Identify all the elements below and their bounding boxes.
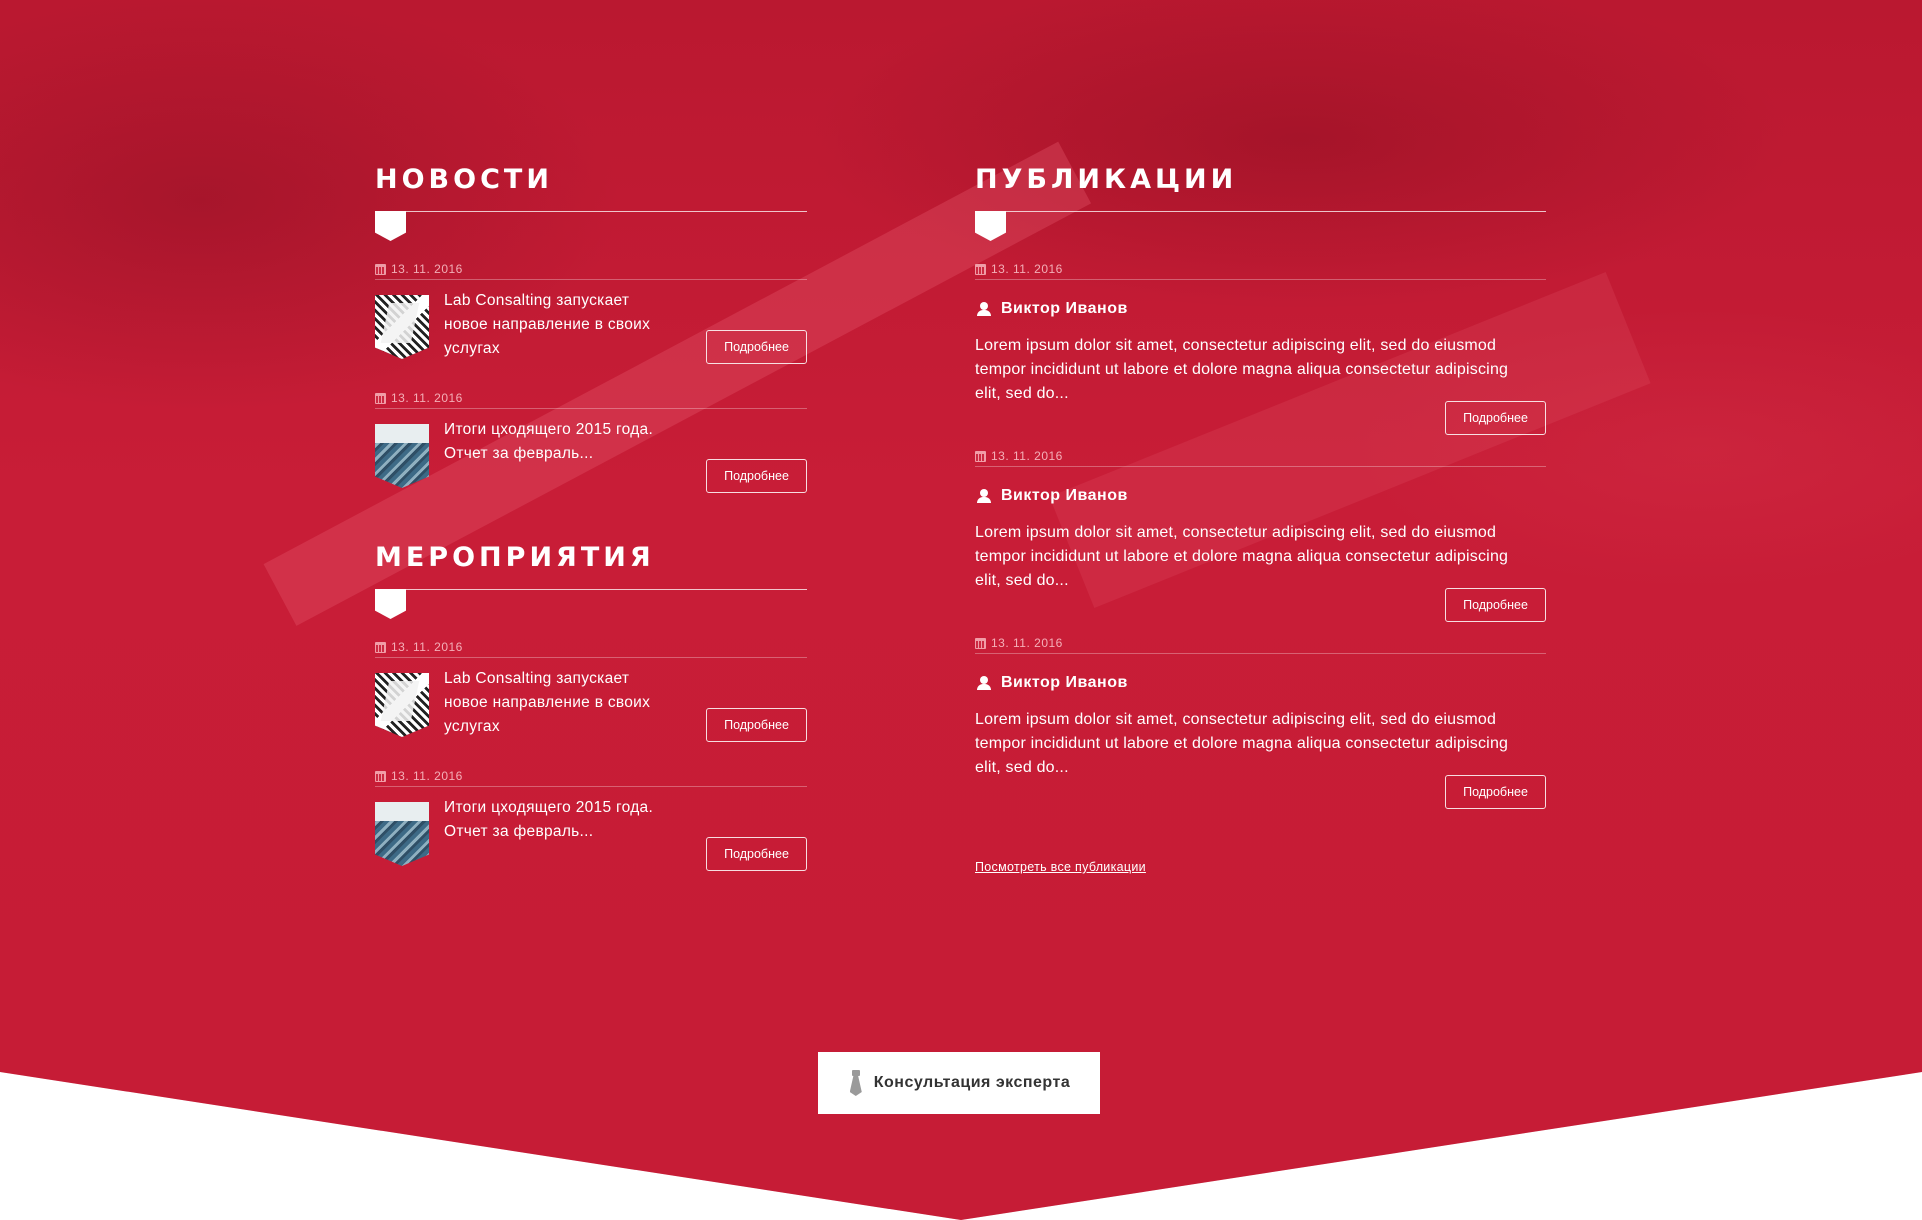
publication-excerpt: Lorem ipsum dolor sit amet, consectetur … bbox=[975, 337, 1509, 402]
calendar-icon bbox=[375, 641, 386, 653]
row-divider bbox=[975, 653, 1546, 654]
calendar-icon bbox=[375, 263, 386, 275]
publication-author[interactable]: Виктор Иванов bbox=[977, 487, 1128, 505]
news-item-text[interactable]: Итоги цходящего 2015 года. Отчет за февр… bbox=[444, 418, 664, 466]
row-divider bbox=[975, 466, 1546, 467]
row-divider bbox=[375, 408, 807, 409]
more-button[interactable]: Подробнее bbox=[706, 837, 807, 871]
row-divider bbox=[375, 657, 807, 658]
news-item-date: 13. 11. 2016 bbox=[375, 391, 463, 405]
publications-title-rule bbox=[975, 211, 1546, 212]
publication-author[interactable]: Виктор Иванов bbox=[977, 300, 1128, 318]
publication-excerpt: Lorem ipsum dolor sit amet, consectetur … bbox=[975, 711, 1509, 776]
event-thumbnail[interactable] bbox=[375, 673, 429, 737]
publication-date: 13. 11. 2016 bbox=[975, 449, 1063, 463]
tie-icon bbox=[848, 1070, 864, 1096]
user-icon bbox=[977, 489, 991, 503]
calendar-icon bbox=[975, 450, 986, 462]
view-all-publications-link[interactable]: Посмотреть все публикации bbox=[975, 860, 1146, 874]
news-title: НОВОСТИ bbox=[375, 164, 553, 195]
expert-consultation-button[interactable]: Консультация эксперта bbox=[818, 1052, 1100, 1114]
event-thumbnail[interactable] bbox=[375, 802, 429, 866]
more-button[interactable]: Подробнее bbox=[706, 708, 807, 742]
calendar-icon bbox=[375, 770, 386, 782]
event-item-date: 13. 11. 2016 bbox=[375, 769, 463, 783]
more-button[interactable]: Подробнее bbox=[1445, 588, 1546, 622]
news-thumbnail[interactable] bbox=[375, 295, 429, 359]
event-item-text[interactable]: Lab Consalting запускает новое направлен… bbox=[444, 667, 664, 739]
more-button[interactable]: Подробнее bbox=[706, 459, 807, 493]
news-thumbnail[interactable] bbox=[375, 424, 429, 488]
publication-excerpt: Lorem ipsum dolor sit amet, consectetur … bbox=[975, 524, 1509, 589]
news-item-date: 13. 11. 2016 bbox=[375, 262, 463, 276]
news-item-text[interactable]: Lab Consalting запускает новое направлен… bbox=[444, 289, 664, 361]
publication-date: 13. 11. 2016 bbox=[975, 636, 1063, 650]
user-icon bbox=[977, 676, 991, 690]
row-divider bbox=[975, 279, 1546, 280]
user-icon bbox=[977, 302, 991, 316]
calendar-icon bbox=[375, 392, 386, 404]
publication-author[interactable]: Виктор Иванов bbox=[977, 674, 1128, 692]
news-title-rule bbox=[375, 211, 807, 212]
more-button[interactable]: Подробнее bbox=[1445, 775, 1546, 809]
hero-background bbox=[0, 0, 1922, 1220]
calendar-icon bbox=[975, 263, 986, 275]
more-button[interactable]: Подробнее bbox=[1445, 401, 1546, 435]
publications-title: ПУБЛИКАЦИИ bbox=[975, 164, 1238, 195]
event-item-date: 13. 11. 2016 bbox=[375, 640, 463, 654]
row-divider bbox=[375, 279, 807, 280]
row-divider bbox=[375, 786, 807, 787]
calendar-icon bbox=[975, 637, 986, 649]
more-button[interactable]: Подробнее bbox=[706, 330, 807, 364]
event-item-text[interactable]: Итоги цходящего 2015 года. Отчет за февр… bbox=[444, 796, 664, 844]
publication-date: 13. 11. 2016 bbox=[975, 262, 1063, 276]
events-title-rule bbox=[375, 589, 807, 590]
events-title: МЕРОПРИЯТИЯ bbox=[375, 542, 655, 573]
